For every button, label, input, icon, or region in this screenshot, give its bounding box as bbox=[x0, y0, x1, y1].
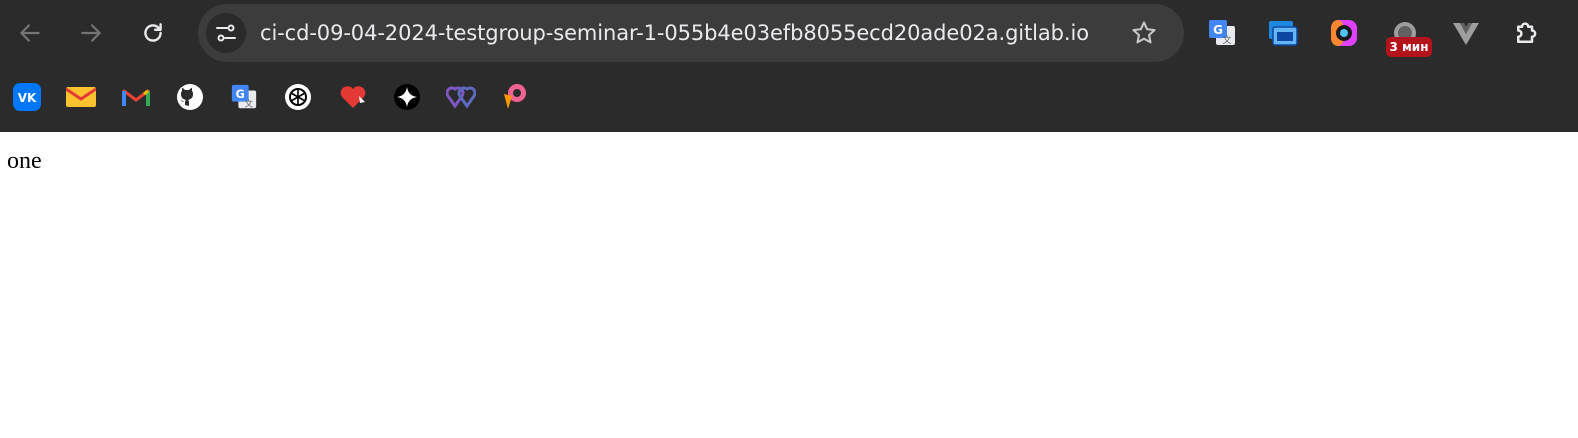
svg-text:文: 文 bbox=[244, 98, 253, 108]
extensions-menu-button[interactable] bbox=[1508, 14, 1546, 52]
svg-text:G: G bbox=[1213, 23, 1223, 37]
bookmark-sparkle[interactable] bbox=[392, 82, 422, 112]
vk-icon: VK bbox=[13, 83, 41, 111]
vue-devtools-icon bbox=[1453, 23, 1479, 45]
hearts-icon bbox=[446, 86, 476, 109]
sparkle-icon bbox=[394, 84, 420, 110]
extension-vue-devtools[interactable] bbox=[1447, 14, 1485, 52]
arrow-right-icon bbox=[81, 24, 101, 42]
bookmark-openai[interactable] bbox=[283, 82, 313, 112]
extensions-puzzle-icon bbox=[1517, 22, 1537, 43]
bookmark-github[interactable] bbox=[175, 82, 205, 112]
screen-capture-icon bbox=[1269, 21, 1298, 46]
openai-icon bbox=[285, 84, 311, 110]
bookmark-gmail[interactable] bbox=[121, 82, 151, 112]
address-bar[interactable]: ci-cd-09-04-2024-testgroup-seminar-1-055… bbox=[198, 4, 1184, 62]
bookmark-vk[interactable]: VK bbox=[12, 82, 42, 112]
svg-text:G: G bbox=[236, 88, 245, 101]
mail-icon bbox=[66, 87, 96, 107]
bookmark-mail[interactable] bbox=[66, 82, 96, 112]
camera-lens-icon bbox=[1331, 20, 1357, 46]
url-text[interactable]: ci-cd-09-04-2024-testgroup-seminar-1-055… bbox=[260, 4, 1089, 62]
site-info-button[interactable] bbox=[206, 13, 246, 53]
bookmark-heart[interactable] bbox=[338, 82, 368, 112]
bookmark-pink-p[interactable] bbox=[500, 82, 530, 112]
extension-screen-capture[interactable] bbox=[1264, 14, 1302, 52]
pink-p-icon bbox=[504, 84, 526, 109]
browser-toolbar: ci-cd-09-04-2024-testgroup-seminar-1-055… bbox=[0, 0, 1578, 132]
google-translate-icon: G 文 bbox=[1209, 20, 1235, 46]
bookmark-hearts[interactable] bbox=[446, 82, 476, 112]
extension-google-translate[interactable]: G 文 bbox=[1203, 14, 1241, 52]
reload-icon bbox=[144, 23, 162, 42]
forward-button[interactable] bbox=[71, 13, 111, 53]
page-text: one bbox=[7, 148, 42, 174]
svg-text:VK: VK bbox=[18, 91, 37, 105]
arrow-left-icon bbox=[20, 24, 40, 42]
google-translate-icon: G 文 bbox=[231, 84, 257, 108]
back-button[interactable] bbox=[10, 13, 50, 53]
timer-badge: 3 мин bbox=[1386, 37, 1432, 57]
extension-camera[interactable] bbox=[1325, 14, 1363, 52]
tune-icon bbox=[216, 24, 236, 42]
bookmark-google-translate[interactable]: G 文 bbox=[229, 82, 259, 112]
heart-icon bbox=[340, 86, 366, 108]
bookmark-star-button[interactable] bbox=[1124, 13, 1164, 53]
star-outline-icon bbox=[1132, 21, 1156, 44]
github-icon bbox=[177, 84, 203, 110]
svg-text:文: 文 bbox=[1222, 34, 1231, 46]
reload-button[interactable] bbox=[133, 13, 173, 53]
gmail-icon bbox=[122, 89, 150, 106]
